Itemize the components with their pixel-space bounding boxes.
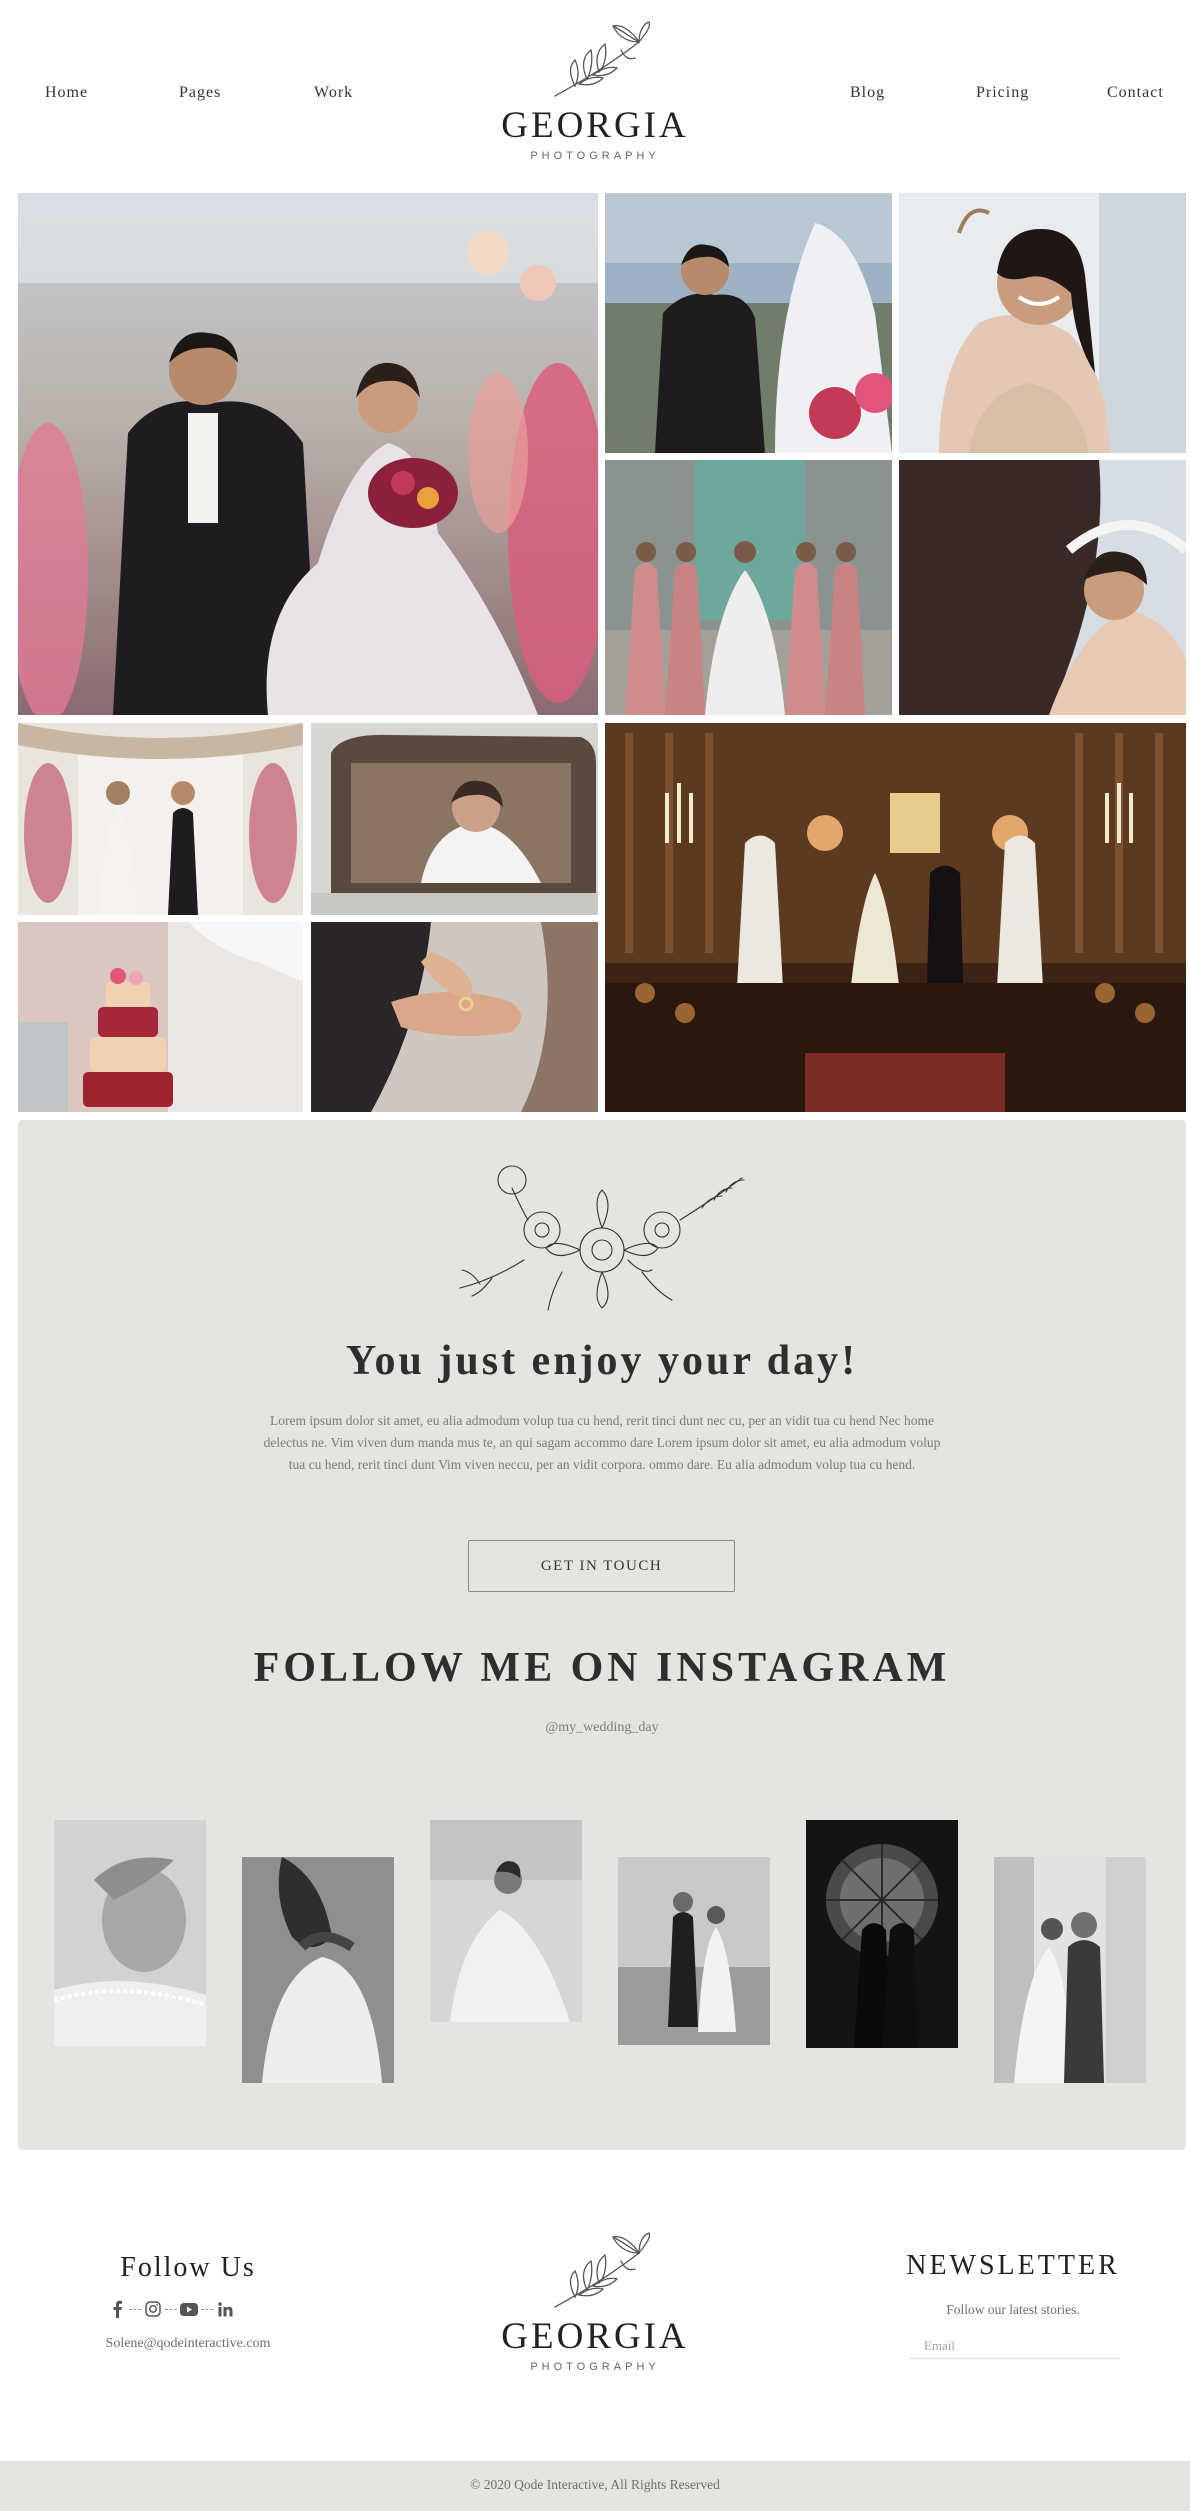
instagram-photo-groom-collar[interactable] — [242, 1857, 394, 2083]
brand-name: GEORGIA — [501, 105, 689, 146]
social-separator — [201, 2308, 213, 2310]
gallery-photo-bride-in-car[interactable] — [311, 723, 598, 915]
footer-brand-subtitle: PHOTOGRAPHY — [530, 2361, 660, 2373]
gallery-photo-bride-smiling[interactable] — [899, 193, 1186, 453]
social-separator — [129, 2308, 141, 2310]
social-links — [108, 2298, 268, 2320]
nav-pricing[interactable]: Pricing — [976, 84, 1029, 102]
gallery-photo-wedding-cake[interactable] — [18, 922, 303, 1112]
copyright-bar: © 2020 Qode Interactive, All Rights Rese… — [0, 2461, 1190, 2511]
floral-logo-icon — [554, 2232, 651, 2308]
floral-decoration-icon — [459, 1165, 745, 1311]
instagram-icon[interactable] — [144, 2300, 162, 2318]
site-header: Home Pages Work GEORGIA PHOTOGRAPHY Blog… — [0, 0, 1190, 190]
gallery-photo-ceremony-arch[interactable] — [18, 723, 303, 915]
instagram-photo-bride-shoes[interactable] — [430, 1820, 582, 2022]
instagram-photo-couple-embrace[interactable] — [994, 1857, 1146, 2083]
footer-brand-name: GEORGIA — [501, 2316, 689, 2357]
nav-contact[interactable]: Contact — [1107, 84, 1164, 102]
intro-paragraph: Lorem ipsum dolor sit amet, eu alia admo… — [263, 1413, 941, 1472]
social-separator — [165, 2308, 177, 2310]
nav-pages[interactable]: Pages — [179, 84, 221, 102]
nav-blog[interactable]: Blog — [850, 84, 885, 102]
tagline-heading: You just enjoy your day! — [345, 1338, 859, 1384]
footer-logo[interactable]: GEORGIA PHOTOGRAPHY — [470, 2231, 720, 2391]
get-in-touch-button[interactable]: GET IN TOUCH — [468, 1540, 735, 1592]
gallery-photo-ring-hands[interactable] — [311, 922, 598, 1112]
follow-us-heading: Follow Us — [120, 2252, 256, 2283]
newsletter-heading: NEWSLETTER — [906, 2250, 1120, 2281]
nav-work[interactable]: Work — [314, 84, 353, 102]
gallery-photo-bride-laughing[interactable] — [899, 460, 1186, 715]
feature-panel: You just enjoy your day! Lorem ipsum dol… — [18, 1120, 1186, 2150]
instagram-handle[interactable]: @my_wedding_day — [18, 1720, 1186, 1736]
linkedin-icon[interactable] — [216, 2300, 234, 2318]
copyright-text: © 2020 Qode Interactive, All Rights Rese… — [470, 2477, 720, 2492]
newsletter-email-input[interactable] — [910, 2333, 1120, 2359]
nav-home[interactable]: Home — [45, 84, 88, 102]
gallery-photo-church-ceremony[interactable] — [605, 723, 1186, 1112]
floral-logo-icon — [554, 21, 651, 97]
instagram-heading: FOLLOW ME ON INSTAGRAM — [253, 1645, 951, 1691]
facebook-icon[interactable] — [108, 2300, 126, 2318]
instagram-photo-church-window[interactable] — [806, 1820, 958, 2048]
instagram-photo-couple-field[interactable] — [618, 1857, 770, 2045]
gallery-photo-bridesmaids[interactable] — [605, 460, 892, 715]
youtube-icon[interactable] — [180, 2300, 198, 2318]
instagram-photo-bride-veil[interactable] — [54, 1820, 206, 2046]
gallery-photo-ring-exchange[interactable] — [605, 193, 892, 453]
gallery-photo-couple-walking[interactable] — [18, 193, 598, 715]
newsletter-subtitle: Follow our latest stories. — [946, 2302, 1080, 2317]
brand-subtitle: PHOTOGRAPHY — [530, 150, 660, 162]
contact-email-link[interactable]: Solene@qodeinteractive.com — [68, 2336, 308, 2352]
site-logo[interactable]: GEORGIA PHOTOGRAPHY — [470, 20, 720, 176]
